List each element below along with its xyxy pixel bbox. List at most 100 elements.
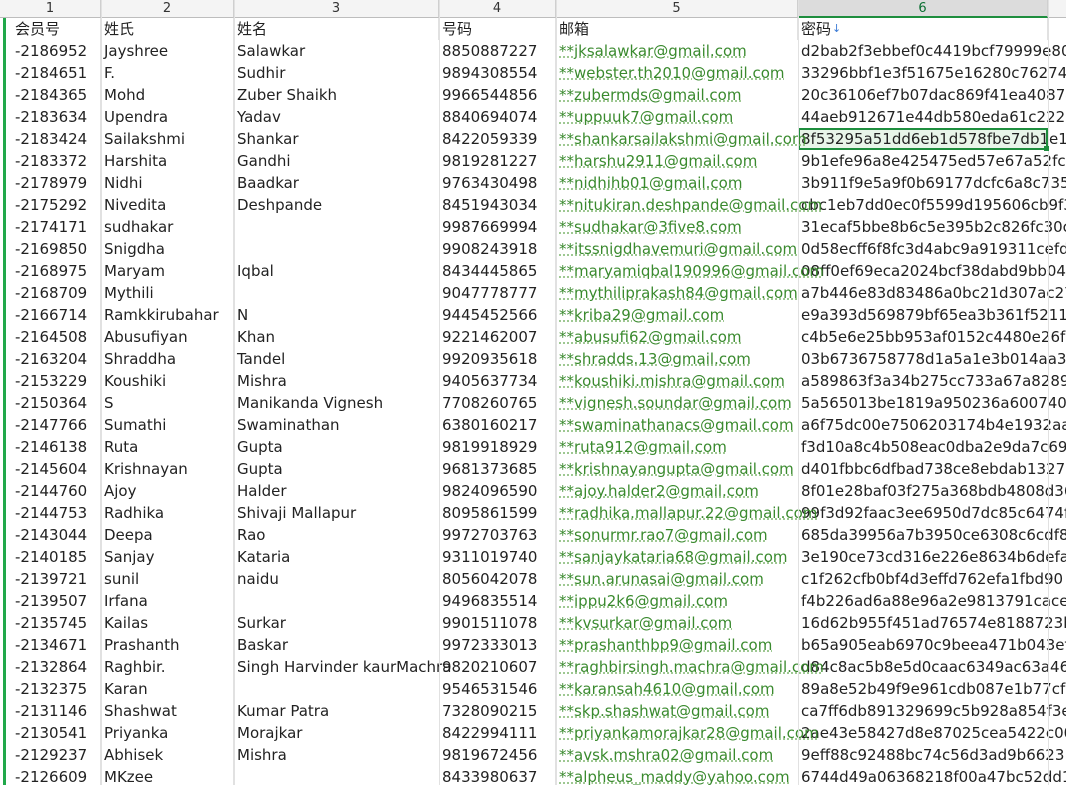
password-hash-cell[interactable]: 16d62b955f451ad76574e8188723b [798,612,1066,634]
email-cell[interactable]: **priyankamorajkar28@gmail.com [556,722,819,744]
first-name-cell[interactable]: Deshpande [234,194,439,216]
last-name-cell[interactable]: F. [101,62,234,84]
first-name-cell[interactable] [234,766,439,785]
email-cell[interactable]: **mythiliprakash84@gmail.com [556,282,798,304]
member-id-cell[interactable]: -2150364 [12,392,101,414]
member-id-cell[interactable]: -2144753 [12,502,101,524]
password-hash-cell[interactable]: 31ecaf5bbe8b6c5e395b2c826fc30c [798,216,1066,238]
first-name-cell[interactable]: Iqbal [234,260,439,282]
password-hash-cell[interactable]: 9b1efe96a8e425475ed57e67a52fc4 [798,150,1066,172]
phone-cell[interactable]: 8850887227 [439,40,556,62]
member-id-cell[interactable]: -2139721 [12,568,101,590]
first-name-cell[interactable]: Gandhi [234,150,439,172]
last-name-cell[interactable]: sunil [101,568,234,590]
member-id-cell[interactable]: -2140185 [12,546,101,568]
last-name-cell[interactable]: Mohd [101,84,234,106]
first-name-cell[interactable]: Baadkar [234,172,439,194]
column-title-2[interactable]: 姓氏 [101,18,234,40]
first-name-cell[interactable]: Manikanda Vignesh [234,392,439,414]
password-hash-cell[interactable]: a6f75dc00e7506203174b4e1932aa [798,414,1066,436]
last-name-cell[interactable]: Sailakshmi [101,128,234,150]
phone-cell[interactable]: 9987669994 [439,216,556,238]
phone-cell[interactable]: 9820210607 [439,656,556,678]
phone-cell[interactable]: 9972333013 [439,634,556,656]
password-hash-cell[interactable]: d84c8ac5b8e5d0caac6349ac63a46 [798,656,1066,678]
first-name-cell[interactable]: Swaminathan [234,414,439,436]
fill-handle[interactable] [1044,146,1049,151]
member-id-cell[interactable]: -2146138 [12,436,101,458]
member-id-cell[interactable]: -2132864 [12,656,101,678]
email-cell[interactable]: **jksalawkar@gmail.com [556,40,798,62]
password-hash-cell[interactable]: f3d10a8c4b508eac0dba2e9da7c69 [798,436,1066,458]
member-id-cell[interactable]: -2183424 [12,128,101,150]
last-name-cell[interactable]: Raghbir. [101,656,234,678]
phone-cell[interactable]: 9894308554 [439,62,556,84]
first-name-cell[interactable]: Gupta [234,436,439,458]
phone-cell[interactable]: 9405637734 [439,370,556,392]
password-hash-cell[interactable]: cbc1eb7dd0ec0f5599d195606cb9f3 [798,194,1066,216]
column-number-7[interactable] [1048,0,1066,18]
password-hash-cell[interactable]: 08ff0ef69eca2024bcf38dabd9bb04 [798,260,1066,282]
password-hash-cell[interactable]: f4b226ad6a88e96a2e9813791cace [798,590,1066,612]
email-cell[interactable]: **uppuuk7@gmail.com [556,106,798,128]
member-id-cell[interactable]: -2186952 [12,40,101,62]
column-number-2[interactable]: 2 [101,0,234,18]
phone-cell[interactable]: 9824096590 [439,480,556,502]
last-name-cell[interactable]: Kailas [101,612,234,634]
member-id-cell[interactable]: -2139507 [12,590,101,612]
member-id-cell[interactable]: -2174171 [12,216,101,238]
email-cell[interactable]: **itssnigdhavemuri@gmail.com [556,238,798,260]
last-name-cell[interactable]: Nidhi [101,172,234,194]
phone-cell[interactable]: 6380160217 [439,414,556,436]
phone-cell[interactable]: 8095861599 [439,502,556,524]
last-name-cell[interactable]: Abhisek [101,744,234,766]
email-cell[interactable]: **ippu2k6@gmail.com [556,590,798,612]
first-name-cell[interactable] [234,678,439,700]
member-id-cell[interactable]: -2126609 [12,766,101,785]
member-id-cell[interactable]: -2183634 [12,106,101,128]
password-hash-cell[interactable]: 89a8e52b49f9e961cdb087e1b77cf [798,678,1065,700]
password-hash-cell[interactable]: 33296bbf1e3f51675e16280c762745 [798,62,1066,84]
email-cell[interactable]: **radhika.mallapur.22@gmail.com [556,502,817,524]
phone-cell[interactable]: 9819281227 [439,150,556,172]
member-id-cell[interactable]: -2135745 [12,612,101,634]
phone-cell[interactable]: 9819918929 [439,436,556,458]
email-cell[interactable]: **swaminathanacs@gmail.com [556,414,798,436]
last-name-cell[interactable]: Snigdha [101,238,234,260]
email-cell[interactable]: **abusufi62@gmail.com [556,326,798,348]
phone-cell[interactable]: 9901511078 [439,612,556,634]
column-title-4[interactable]: 号码 [439,18,556,40]
first-name-cell[interactable]: Gupta [234,458,439,480]
last-name-cell[interactable]: Ruta [101,436,234,458]
last-name-cell[interactable]: Priyanka [101,722,234,744]
last-name-cell[interactable]: Ajoy [101,480,234,502]
password-hash-cell[interactable]: a589863f3a34b275cc733a67a8289a [798,370,1066,392]
email-cell[interactable]: **vignesh.soundar@gmail.com [556,392,798,414]
first-name-cell[interactable]: Mishra [234,370,439,392]
email-cell[interactable]: **webster.th2010@gmail.com [556,62,798,84]
phone-cell[interactable]: 9047778777 [439,282,556,304]
first-name-cell[interactable]: Sudhir [234,62,439,84]
last-name-cell[interactable]: Deepa [101,524,234,546]
first-name-cell[interactable] [234,238,439,260]
phone-cell[interactable]: 8434445865 [439,260,556,282]
first-name-cell[interactable]: Khan [234,326,439,348]
last-name-cell[interactable]: Prashanth [101,634,234,656]
column-number-6[interactable]: 6 [798,0,1048,18]
email-cell[interactable]: **sudhakar@3five8.com [556,216,798,238]
first-name-cell[interactable]: Halder [234,480,439,502]
member-id-cell[interactable]: -2183372 [12,150,101,172]
first-name-cell[interactable]: Kataria [234,546,439,568]
password-hash-cell[interactable]: 20c36106ef7b07dac869f41ea40874 [798,84,1066,106]
email-cell[interactable]: **nidhihb01@gmail.com [556,172,798,194]
column-title-5[interactable]: 邮箱 [556,18,798,40]
password-hash-cell[interactable]: d401fbbc6dfbad738ce8ebdab1327 [798,458,1065,480]
column-number-1[interactable]: 1 [0,0,101,18]
password-hash-cell[interactable]: e9a393d569879bf65ea3b361f5211 [798,304,1066,326]
last-name-cell[interactable]: Jayshree [101,40,234,62]
password-hash-cell[interactable]: a7b446e83d83486a0bc21d307ac27 [798,282,1066,304]
member-id-cell[interactable]: -2129237 [12,744,101,766]
email-cell[interactable]: **alpheus_maddy@yahoo.com [556,766,798,785]
phone-cell[interactable]: 7328090215 [439,700,556,722]
member-id-cell[interactable]: -2184651 [12,62,101,84]
